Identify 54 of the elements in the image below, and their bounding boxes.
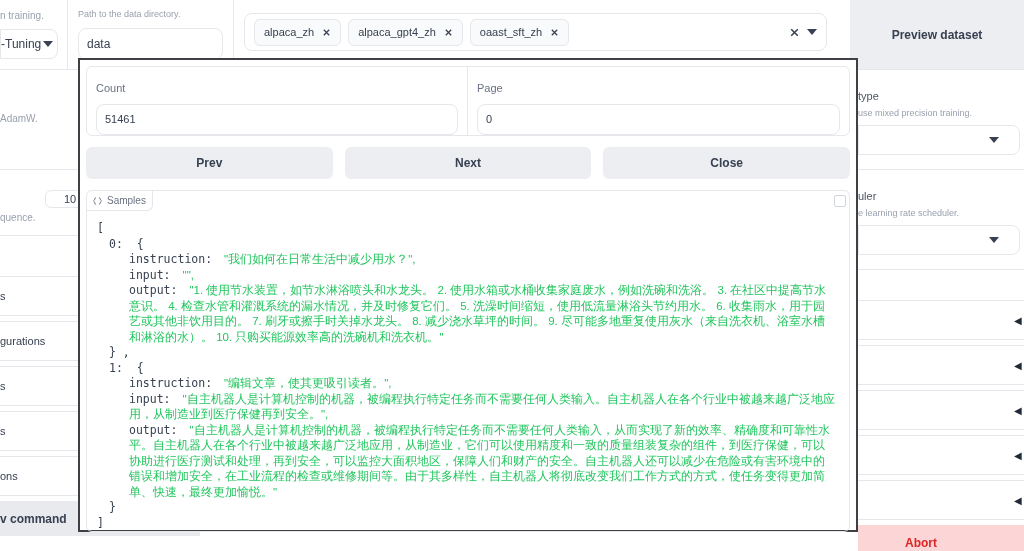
pager-button[interactable]: Prev bbox=[86, 147, 333, 179]
field-label: uler bbox=[858, 189, 878, 204]
collapse-icon[interactable]: ◀ bbox=[1014, 312, 1022, 328]
remove-icon[interactable] bbox=[322, 27, 332, 37]
collapse-icon[interactable]: ◀ bbox=[1014, 357, 1022, 373]
json-field: input: "", bbox=[129, 267, 835, 283]
chip-label: alpaca_gpt4_zh bbox=[358, 24, 436, 40]
json-field: input: "自主机器人是计算机控制的机器，被编程执行特定任务而不需要任何人类输入。自主机器人在各个行业中被越来越广泛地应用，从制造业到医疗保健再到安全。", bbox=[129, 391, 835, 423]
abort-button[interactable]: Abort bbox=[858, 525, 1024, 551]
field-hint: quence. bbox=[0, 211, 37, 225]
caret-icon bbox=[989, 237, 999, 243]
field-hint: AdamW. bbox=[0, 113, 38, 124]
code-token: 1: bbox=[109, 360, 123, 376]
field-label: Page bbox=[477, 81, 504, 96]
dataset-chip[interactable]: alpaca_zh bbox=[254, 18, 342, 46]
collapse-icon[interactable]: ◀ bbox=[1014, 492, 1022, 508]
pager-button[interactable]: Close bbox=[603, 147, 850, 179]
code-token: } bbox=[109, 500, 116, 514]
caret-icon bbox=[43, 41, 54, 47]
json-field: output: "自主机器人是计算机控制的机器，被编程执行特定任务而不需要任何人类输入，从而实现了新的效率、精确度和可靠性水平。自主机器人在各个行业中被越来越广泛地应用，从制造业，它们可以使用精度和一致的质量组装复杂的组件，到医疗保健，可以协助进行医疗测试和处理，再到安全，可以监控大面积地区，保障人们和财产的安全。自主机器人还可以减少在危险或有害环境中的错误和增加安全，在工业流程的检查或维修期间等。由于其多样性，自主机器人将彻底改变我们工作方式的方式，使任务变得更加简单、快速，最终更加愉悦。" bbox=[129, 422, 835, 500]
number-field[interactable]: 51461 bbox=[96, 103, 458, 135]
field-hint: use mixed precision training. bbox=[858, 106, 974, 120]
clear-icon[interactable] bbox=[789, 26, 800, 38]
remove-icon[interactable] bbox=[550, 27, 560, 37]
remove-icon[interactable] bbox=[443, 27, 453, 37]
collapse-icon[interactable]: ◀ bbox=[1014, 447, 1022, 463]
mode-select[interactable]: -Tuning bbox=[0, 29, 58, 59]
preview-dataset-button[interactable]: Preview dataset bbox=[850, 0, 1024, 69]
code-token: 0: bbox=[109, 236, 123, 252]
field-label: type bbox=[858, 89, 880, 104]
caret-icon bbox=[807, 29, 817, 35]
field-hint: n training. bbox=[0, 9, 45, 23]
code-token: } , bbox=[109, 345, 130, 359]
dataset-chip[interactable]: oaast_sft_zh bbox=[469, 18, 570, 46]
json-field: output: "1. 使用节水装置，如节水淋浴喷头和水龙头。 2. 使用水箱或水桶收集家庭废水，例如洗碗和洗浴。 3. 在社区中提高节水意识。 4. 检查水管和灌溉系统的漏水情况，并及时修复它们。 5. 洗澡时间缩短，使用低流量淋浴头节约用水。 6. 收集雨水，用于园艺或其他非饮用目的。 7. 刷牙或擦手时关掉水龙头。 8. 减少浇水草坪的时间。 9. 尽可能多地重复使用灰水（来自洗衣机、浴室水槽和淋浴的水）。 10. 只购买能源效率高的洗碗机和洗衣机。" bbox=[129, 283, 835, 345]
pager-button[interactable]: Next bbox=[344, 147, 592, 179]
field-hint: e learning rate scheduler. bbox=[858, 206, 961, 220]
number-field[interactable]: 0 bbox=[477, 103, 840, 135]
code-token: { bbox=[136, 236, 144, 252]
json-field: instruction: "编辑文章，使其更吸引读者。", bbox=[129, 376, 835, 392]
braces-icon bbox=[93, 196, 102, 205]
code-token: [ bbox=[97, 221, 104, 235]
chip-label: alpaca_zh bbox=[264, 24, 315, 40]
collapse-icon[interactable]: ◀ bbox=[1014, 402, 1022, 418]
field-label: Count bbox=[96, 81, 127, 96]
caret-icon bbox=[989, 137, 999, 143]
tab-label: Samples bbox=[107, 193, 146, 208]
chip-label: oaast_sft_zh bbox=[479, 24, 543, 40]
code-token: { bbox=[136, 360, 144, 376]
json-field: instruction: "我们如何在日常生活中减少用水？", bbox=[129, 252, 835, 268]
dataset-chip[interactable]: alpaca_gpt4_zh bbox=[348, 18, 463, 46]
field-hint: Path to the data directory. bbox=[78, 8, 182, 21]
code-token: ] bbox=[97, 515, 104, 530]
dataset-select[interactable]: alpaca_zh alpaca_gpt4_zh oaast_sft_zh bbox=[244, 13, 827, 51]
